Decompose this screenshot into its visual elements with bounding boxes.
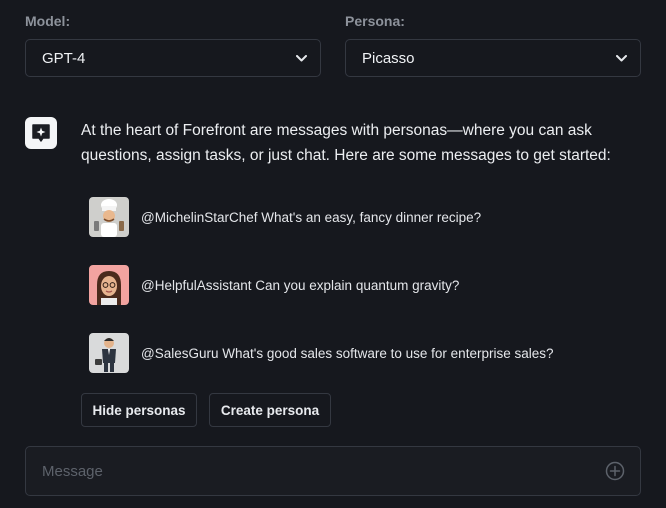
intro-text: At the heart of Forefront are messages w…	[81, 122, 611, 164]
businessman-avatar	[89, 333, 129, 373]
message-composer	[25, 446, 641, 496]
persona-select-value: Picasso	[362, 49, 415, 67]
chevron-down-icon	[615, 52, 627, 64]
assistant-avatar	[89, 265, 129, 305]
hide-personas-button[interactable]: Hide personas	[81, 393, 197, 427]
suggestion-text: @MichelinStarChef What's an easy, fancy …	[141, 209, 482, 225]
suggestion-michelin-star-chef[interactable]: @MichelinStarChef What's an easy, fancy …	[89, 197, 481, 237]
persona-select[interactable]: Picasso	[345, 39, 641, 77]
sparkle-chat-icon	[25, 117, 57, 149]
model-label: Model:	[25, 13, 71, 29]
chevron-down-icon	[295, 52, 307, 64]
message-input[interactable]	[42, 462, 604, 480]
persona-label: Persona:	[345, 13, 405, 29]
plus-circle-icon[interactable]	[604, 460, 626, 482]
suggestion-text: @SalesGuru What's good sales software to…	[141, 345, 554, 361]
suggestion-helpful-assistant[interactable]: @HelpfulAssistant Can you explain quantu…	[89, 265, 459, 305]
model-select-value: GPT-4	[42, 49, 86, 67]
intro-message: At the heart of Forefront are messages w…	[25, 117, 611, 164]
model-select[interactable]: GPT-4	[25, 39, 321, 77]
create-persona-button[interactable]: Create persona	[209, 393, 331, 427]
chef-avatar	[89, 197, 129, 237]
suggestion-text: @HelpfulAssistant Can you explain quantu…	[141, 277, 460, 293]
suggestion-sales-guru[interactable]: @SalesGuru What's good sales software to…	[89, 333, 553, 373]
